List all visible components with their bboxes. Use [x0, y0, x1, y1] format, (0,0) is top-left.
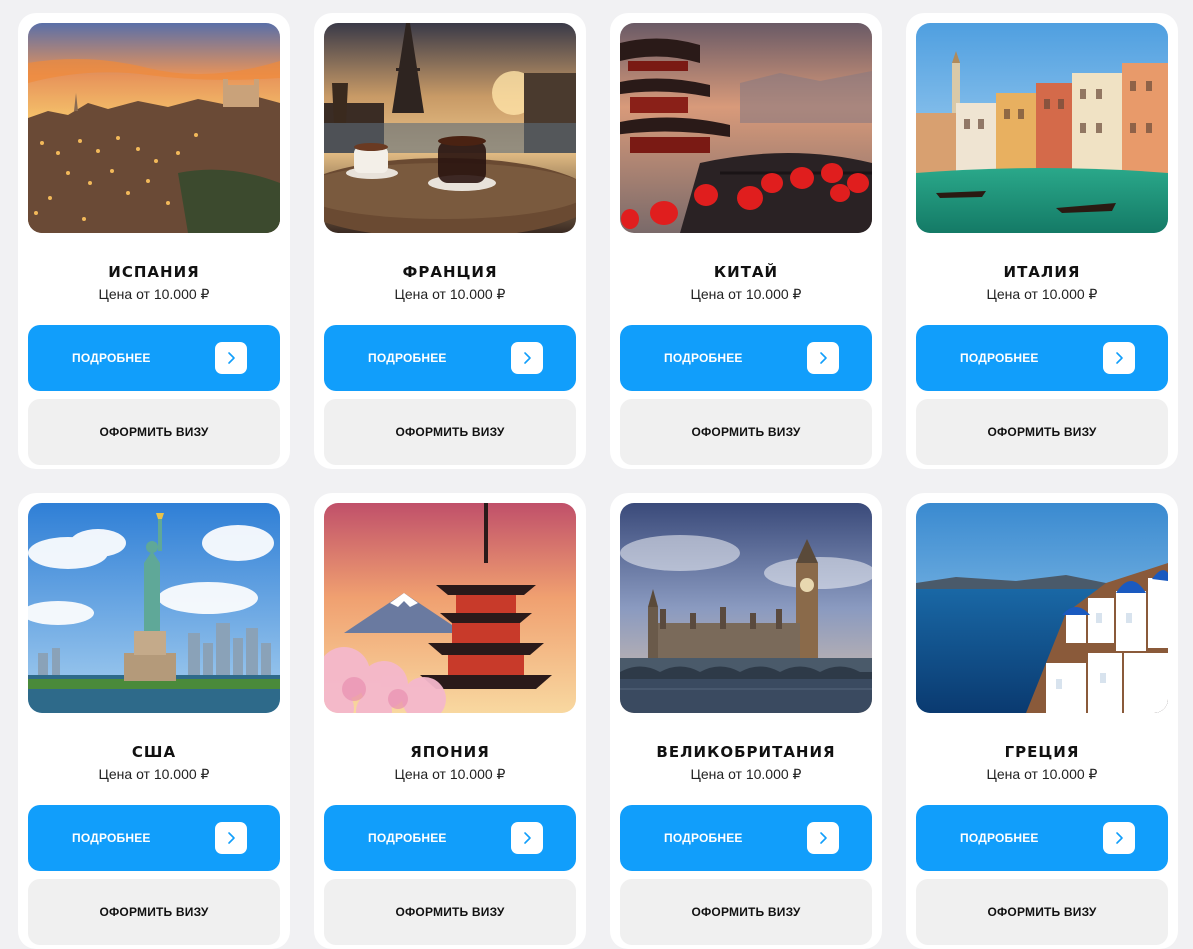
country-grid: ИСПАНИЯ Цена от 10.000 ₽ ПОДРОБНЕЕ ОФОРМ… [18, 13, 1178, 949]
country-price: Цена от 10.000 ₽ [98, 766, 210, 782]
country-card-china: КИТАЙ Цена от 10.000 ₽ ПОДРОБНЕЕ ОФОРМИТ… [610, 13, 882, 469]
country-card-usa: США Цена от 10.000 ₽ ПОДРОБНЕЕ ОФОРМИТЬ … [18, 493, 290, 949]
details-button-label: ПОДРОБНЕЕ [664, 831, 743, 845]
country-photo-greece [916, 503, 1168, 713]
country-price: Цена от 10.000 ₽ [986, 766, 1098, 782]
country-title: ЯПОНИЯ [410, 743, 490, 761]
country-title: ИСПАНИЯ [108, 263, 200, 281]
country-title: ВЕЛИКОБРИТАНИЯ [656, 743, 836, 761]
apply-visa-button-greece[interactable]: ОФОРМИТЬ ВИЗУ [916, 879, 1168, 945]
apply-visa-button-france[interactable]: ОФОРМИТЬ ВИЗУ [324, 399, 576, 465]
country-photo-italy [916, 23, 1168, 233]
country-photo-japan [324, 503, 576, 713]
details-button-label: ПОДРОБНЕЕ [960, 351, 1039, 365]
details-button-japan[interactable]: ПОДРОБНЕЕ [324, 805, 576, 871]
details-button-uk[interactable]: ПОДРОБНЕЕ [620, 805, 872, 871]
chevron-right-icon [1103, 822, 1135, 854]
country-photo-france [324, 23, 576, 233]
details-button-label: ПОДРОБНЕЕ [960, 831, 1039, 845]
details-button-label: ПОДРОБНЕЕ [72, 351, 151, 365]
details-button-italy[interactable]: ПОДРОБНЕЕ [916, 325, 1168, 391]
country-photo-usa [28, 503, 280, 713]
country-price: Цена от 10.000 ₽ [98, 286, 210, 302]
country-title: ИТАЛИЯ [1003, 263, 1081, 281]
chevron-right-icon [215, 822, 247, 854]
country-title: КИТАЙ [713, 263, 779, 281]
chevron-right-icon [1103, 342, 1135, 374]
details-button-greece[interactable]: ПОДРОБНЕЕ [916, 805, 1168, 871]
details-button-label: ПОДРОБНЕЕ [368, 351, 447, 365]
country-title: США [131, 743, 177, 761]
country-title: ФРАНЦИЯ [402, 263, 498, 281]
apply-visa-button-china[interactable]: ОФОРМИТЬ ВИЗУ [620, 399, 872, 465]
country-price: Цена от 10.000 ₽ [394, 286, 506, 302]
country-photo-china [620, 23, 872, 233]
apply-visa-button-usa[interactable]: ОФОРМИТЬ ВИЗУ [28, 879, 280, 945]
apply-visa-button-uk[interactable]: ОФОРМИТЬ ВИЗУ [620, 879, 872, 945]
country-card-spain: ИСПАНИЯ Цена от 10.000 ₽ ПОДРОБНЕЕ ОФОРМ… [18, 13, 290, 469]
country-photo-spain [28, 23, 280, 233]
details-button-usa[interactable]: ПОДРОБНЕЕ [28, 805, 280, 871]
country-card-france: ФРАНЦИЯ Цена от 10.000 ₽ ПОДРОБНЕЕ ОФОРМ… [314, 13, 586, 469]
country-price: Цена от 10.000 ₽ [690, 766, 802, 782]
country-card-uk: ВЕЛИКОБРИТАНИЯ Цена от 10.000 ₽ ПОДРОБНЕ… [610, 493, 882, 949]
details-button-china[interactable]: ПОДРОБНЕЕ [620, 325, 872, 391]
country-photo-uk [620, 503, 872, 713]
apply-visa-button-italy[interactable]: ОФОРМИТЬ ВИЗУ [916, 399, 1168, 465]
chevron-right-icon [807, 822, 839, 854]
apply-visa-button-spain[interactable]: ОФОРМИТЬ ВИЗУ [28, 399, 280, 465]
country-title: ГРЕЦИЯ [1004, 743, 1080, 761]
chevron-right-icon [511, 822, 543, 854]
details-button-label: ПОДРОБНЕЕ [664, 351, 743, 365]
country-card-italy: ИТАЛИЯ Цена от 10.000 ₽ ПОДРОБНЕЕ ОФОРМИ… [906, 13, 1178, 469]
details-button-spain[interactable]: ПОДРОБНЕЕ [28, 325, 280, 391]
country-card-greece: ГРЕЦИЯ Цена от 10.000 ₽ ПОДРОБНЕЕ ОФОРМИ… [906, 493, 1178, 949]
chevron-right-icon [215, 342, 247, 374]
details-button-france[interactable]: ПОДРОБНЕЕ [324, 325, 576, 391]
apply-visa-button-japan[interactable]: ОФОРМИТЬ ВИЗУ [324, 879, 576, 945]
details-button-label: ПОДРОБНЕЕ [368, 831, 447, 845]
country-price: Цена от 10.000 ₽ [690, 286, 802, 302]
country-price: Цена от 10.000 ₽ [986, 286, 1098, 302]
chevron-right-icon [511, 342, 543, 374]
country-card-japan: ЯПОНИЯ Цена от 10.000 ₽ ПОДРОБНЕЕ ОФОРМИ… [314, 493, 586, 949]
country-price: Цена от 10.000 ₽ [394, 766, 506, 782]
details-button-label: ПОДРОБНЕЕ [72, 831, 151, 845]
chevron-right-icon [807, 342, 839, 374]
